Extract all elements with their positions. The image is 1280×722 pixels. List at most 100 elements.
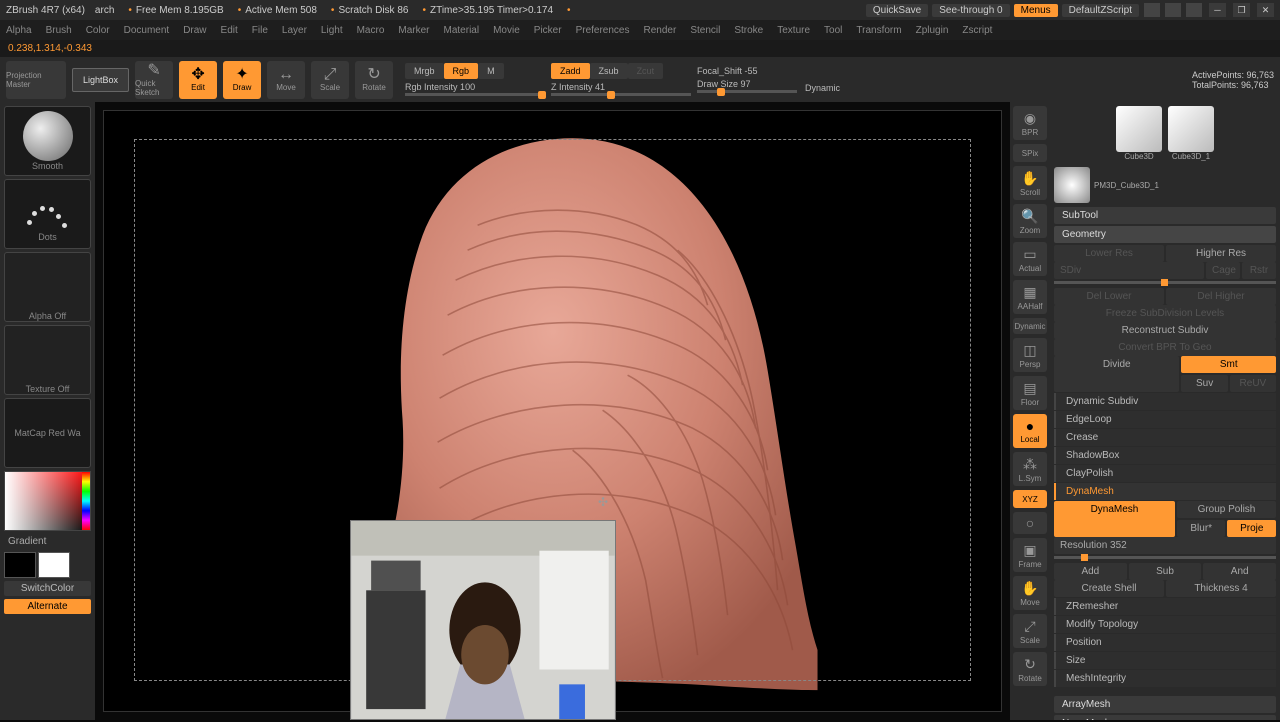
swatch-black[interactable] (4, 552, 36, 578)
history-fwd2[interactable] (1186, 3, 1202, 17)
rgb-intensity-slider[interactable] (405, 93, 545, 96)
menu-render[interactable]: Render (644, 25, 677, 36)
frame-button[interactable]: ▣Frame (1013, 538, 1047, 572)
preset-cube3d1[interactable] (1168, 106, 1214, 152)
menu-color[interactable]: Color (86, 25, 110, 36)
menu-material[interactable]: Material (444, 25, 480, 36)
menu-transform[interactable]: Transform (856, 25, 901, 36)
freeze-button[interactable]: Freeze SubDivision Levels (1054, 305, 1276, 322)
dynamic-button[interactable]: Dynamic (1013, 318, 1047, 334)
alternate-button[interactable]: Alternate (4, 599, 91, 614)
defaultz-button[interactable]: DefaultZScript (1062, 4, 1139, 17)
divide-button[interactable]: Divide (1054, 356, 1179, 392)
menu-zscript[interactable]: Zscript (962, 25, 992, 36)
gradient-button[interactable]: Gradient (4, 534, 91, 549)
draw-size-slider[interactable] (697, 90, 797, 93)
rgb-intensity-label[interactable]: Rgb Intensity 100 (405, 82, 545, 92)
menu-brush[interactable]: Brush (46, 25, 72, 36)
material-thumb[interactable]: MatCap Red Wa (4, 398, 91, 468)
persp-button[interactable]: ◫Persp (1013, 338, 1047, 372)
resolution-track[interactable] (1054, 556, 1276, 559)
color-picker[interactable] (4, 471, 91, 531)
reuv-button[interactable]: ReUV (1230, 375, 1276, 392)
swatch-white[interactable] (38, 552, 70, 578)
menu-zplugin[interactable]: Zplugin (916, 25, 949, 36)
focal-shift-label[interactable]: Focal_Shift -55 (697, 66, 840, 76)
shadowbox-item[interactable]: ShadowBox (1054, 447, 1276, 464)
size-item[interactable]: Size (1054, 652, 1276, 669)
rstr-button[interactable]: Rstr (1242, 262, 1276, 279)
z-intensity-slider[interactable] (551, 93, 691, 96)
m-button[interactable]: M (478, 63, 504, 79)
menu-texture[interactable]: Texture (777, 25, 810, 36)
menu-draw[interactable]: Draw (183, 25, 206, 36)
blur-button[interactable]: Blur* (1177, 520, 1226, 537)
menus-button[interactable]: Menus (1014, 4, 1058, 17)
thickness-slider[interactable]: Thickness 4 (1166, 580, 1276, 597)
brush-thumb[interactable]: Smooth (4, 106, 91, 176)
aahalf-button[interactable]: ▦AAHalf (1013, 280, 1047, 314)
menu-edit[interactable]: Edit (221, 25, 238, 36)
z-intensity-label[interactable]: Z Intensity 41 (551, 82, 691, 92)
floor-button[interactable]: ▤Floor (1013, 376, 1047, 410)
delhigher-button[interactable]: Del Higher (1166, 288, 1276, 305)
menu-picker[interactable]: Picker (534, 25, 562, 36)
menu-preferences[interactable]: Preferences (576, 25, 630, 36)
position-item[interactable]: Position (1054, 634, 1276, 651)
alpha-thumb[interactable]: Alpha Off (4, 252, 91, 322)
rgb-button[interactable]: Rgb (444, 63, 479, 79)
switchcolor-button[interactable]: SwitchColor (4, 581, 91, 596)
add-button[interactable]: Add (1054, 563, 1127, 580)
rotate-button[interactable]: ↻Rotate (355, 61, 393, 99)
move-button[interactable]: ↔Move (267, 61, 305, 99)
local-button[interactable]: ●Local (1013, 414, 1047, 448)
menu-tool[interactable]: Tool (824, 25, 842, 36)
menu-document[interactable]: Document (124, 25, 170, 36)
quicksketch-button[interactable]: ✎Quick Sketch (135, 61, 173, 99)
draw-button[interactable]: ✦Draw (223, 61, 261, 99)
actual-button[interactable]: ▭Actual (1013, 242, 1047, 276)
bpr-button[interactable]: ◉BPR (1013, 106, 1047, 140)
dynamesh-item[interactable]: DynaMesh (1054, 483, 1276, 500)
spix-button[interactable]: SPix (1013, 144, 1047, 162)
lsym-button[interactable]: ⁂L.Sym (1013, 452, 1047, 486)
zoom-button[interactable]: 🔍Zoom (1013, 204, 1047, 238)
arraymesh-item[interactable]: ArrayMesh (1054, 696, 1276, 713)
resolution-slider[interactable]: Resolution 352 (1054, 537, 1276, 554)
crease-item[interactable]: Crease (1054, 429, 1276, 446)
cage-button[interactable]: Cage (1206, 262, 1240, 279)
menu-alpha[interactable]: Alpha (6, 25, 32, 36)
nanomesh-item[interactable]: NanoMesh (1054, 715, 1276, 720)
geometry-section[interactable]: Geometry (1054, 226, 1276, 243)
claypolish-item[interactable]: ClayPolish (1054, 465, 1276, 482)
history-back[interactable] (1144, 3, 1160, 17)
dellower-button[interactable]: Del Lower (1054, 288, 1164, 305)
meshint-item[interactable]: MeshIntegrity (1054, 670, 1276, 687)
draw-size-label[interactable]: Draw Size 97 (697, 79, 797, 89)
rotate-view-button[interactable]: ↻Rotate (1013, 652, 1047, 686)
dynamic-label[interactable]: Dynamic (805, 83, 840, 93)
window-restore-icon[interactable]: ❐ (1233, 3, 1250, 17)
seethrough-button[interactable]: See-through 0 (932, 4, 1009, 17)
mrgb-button[interactable]: Mrgb (405, 63, 444, 79)
reconstruct-button[interactable]: Reconstruct Subdiv (1054, 322, 1276, 339)
zsub-button[interactable]: Zsub (590, 63, 628, 79)
and-button[interactable]: And (1203, 563, 1276, 580)
menu-stroke[interactable]: Stroke (734, 25, 763, 36)
menu-macro[interactable]: Macro (357, 25, 385, 36)
sdiv-track[interactable] (1054, 281, 1276, 284)
window-minimize-icon[interactable]: ─ (1209, 3, 1226, 17)
modtopo-item[interactable]: Modify Topology (1054, 616, 1276, 633)
menu-file[interactable]: File (252, 25, 268, 36)
lowerres-button[interactable]: Lower Res (1054, 245, 1164, 262)
texture-thumb[interactable]: Texture Off (4, 325, 91, 395)
zremesher-item[interactable]: ZRemesher (1054, 598, 1276, 615)
lightbox-button[interactable]: LightBox (72, 68, 129, 92)
project-button[interactable]: Proje (1227, 520, 1276, 537)
sub-button[interactable]: Sub (1129, 563, 1202, 580)
dynamicsubdiv-item[interactable]: Dynamic Subdiv (1054, 393, 1276, 410)
smt-button[interactable]: Smt (1181, 356, 1276, 373)
quicksave-button[interactable]: QuickSave (866, 4, 928, 17)
menu-stencil[interactable]: Stencil (690, 25, 720, 36)
createshell-button[interactable]: Create Shell (1054, 580, 1164, 597)
